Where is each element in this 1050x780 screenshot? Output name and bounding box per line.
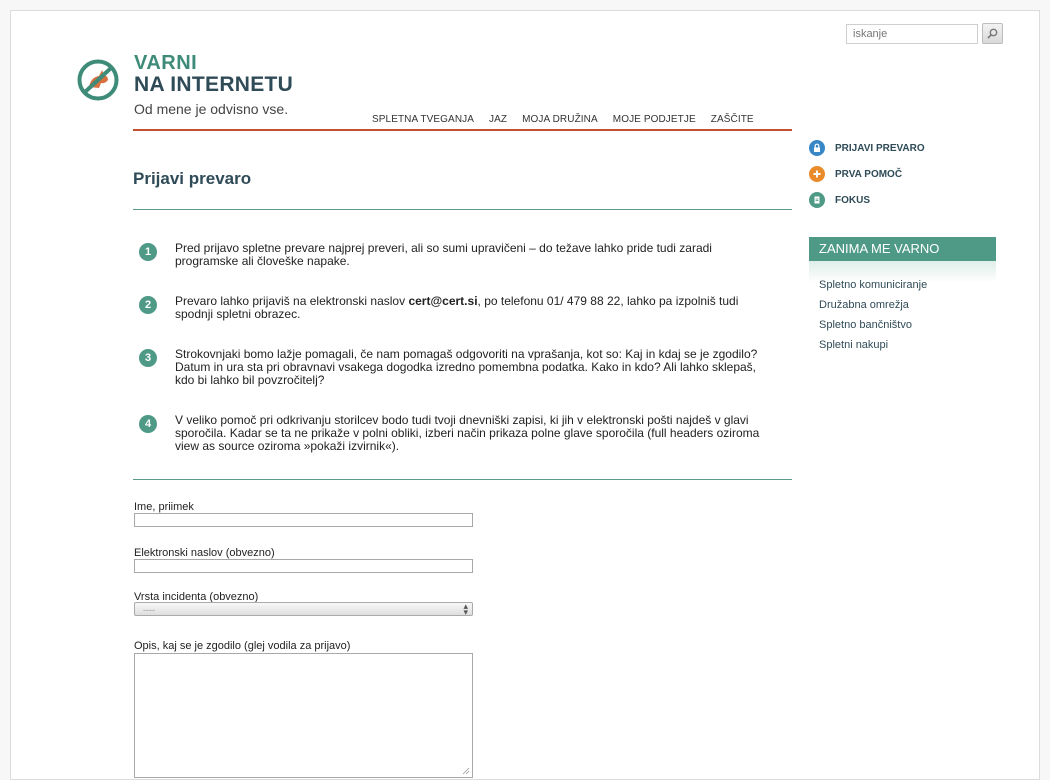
- email-link[interactable]: cert@cert.si: [408, 294, 477, 308]
- search-button[interactable]: [982, 23, 1003, 44]
- sidebar-box: ZANIMA ME VARNO Spletno komuniciranje Dr…: [809, 237, 996, 351]
- email-label: Elektronski naslov (obvezno): [134, 547, 275, 559]
- name-label: Ime, priimek: [134, 501, 194, 513]
- nav-spletna-tveganja[interactable]: SPLETNA TVEGANJA: [372, 114, 474, 125]
- search-bar: [846, 23, 1003, 44]
- quick-link-label: PRIJAVI PREVARO: [835, 142, 925, 154]
- incident-type-select[interactable]: ---- ▴ ▾: [134, 601, 473, 617]
- main-nav: SPLETNA TVEGANJA JAZ MOJA DRUŽINA MOJE P…: [372, 114, 769, 125]
- cat-logo-icon: [77, 59, 119, 101]
- nav-moje-podjetje[interactable]: MOJE PODJETJE: [613, 114, 696, 125]
- page-title: Prijavi prevaro: [133, 169, 252, 188]
- quick-link-label: PRVA POMOČ: [835, 168, 903, 180]
- quick-link-fokus[interactable]: FOKUS: [809, 187, 925, 213]
- quick-link-prijavi-prevaro[interactable]: PRIJAVI PREVARO: [809, 135, 925, 161]
- sidebar-item-spletni-nakupi[interactable]: Spletni nakupi: [819, 335, 927, 355]
- description-textarea[interactable]: [134, 653, 473, 778]
- steps-divider: [133, 479, 792, 480]
- sidebar-item-druzabna-omrezja[interactable]: Družabna omrežja: [819, 295, 927, 315]
- step-number: 1: [139, 243, 157, 261]
- sidebar-item-spletno-komuniciranje[interactable]: Spletno komuniciranje: [819, 275, 927, 295]
- logo-tagline: Od mene je odvisno vse.: [134, 101, 289, 117]
- logo-line-2: NA INTERNETU: [134, 73, 294, 96]
- step-text: V veliko pomoč pri odkrivanju storilcev …: [175, 413, 760, 453]
- step-number: 2: [139, 296, 157, 314]
- sidebar-links: Spletno komuniciranje Družabna omrežja S…: [819, 275, 927, 355]
- lock-icon: [809, 140, 825, 156]
- title-divider: [133, 209, 792, 210]
- step-item: 3 Strokovnjaki bomo lažje pomagali, če n…: [139, 348, 760, 387]
- logo-line-1: VARNI: [134, 52, 198, 74]
- resize-grip-icon[interactable]: [462, 767, 470, 775]
- nav-divider: [133, 129, 792, 131]
- step-item: 2 Prevaro lahko prijaviš na elektronski …: [139, 295, 760, 321]
- step-text: Pred prijavo spletne prevare najprej pre…: [175, 241, 712, 268]
- email-field[interactable]: [134, 559, 473, 573]
- search-input[interactable]: [846, 23, 978, 44]
- nav-moja-druzina[interactable]: MOJA DRUŽINA: [522, 114, 598, 125]
- step-number: 3: [139, 349, 157, 367]
- nav-jaz[interactable]: JAZ: [489, 114, 507, 125]
- incident-type-value: ----: [143, 605, 155, 615]
- quick-links: PRIJAVI PREVARO PRVA POMOČ FOKUS: [809, 135, 925, 213]
- nav-zascite[interactable]: ZAŠČITE: [711, 114, 754, 125]
- sidebar-item-spletno-bancnistvo[interactable]: Spletno bančništvo: [819, 315, 927, 335]
- sidebar-header: ZANIMA ME VARNO: [809, 237, 996, 261]
- description-label: Opis, kaj se je zgodilo (glej vodila za …: [134, 640, 351, 652]
- document-icon: [809, 192, 825, 208]
- select-arrows-icon: ▴ ▾: [463, 601, 468, 617]
- step-number: 4: [139, 415, 157, 433]
- step-item: 1 Pred prijavo spletne prevare najprej p…: [139, 242, 760, 268]
- plus-icon: [809, 166, 825, 182]
- step-text: Prevaro lahko prijaviš na elektronski na…: [175, 295, 760, 321]
- step-item: 4 V veliko pomoč pri odkrivanju storilce…: [139, 414, 760, 453]
- step-text-before: Prevaro lahko prijaviš na elektronski na…: [175, 294, 409, 308]
- step-text: Strokovnjaki bomo lažje pomagali, če nam…: [175, 347, 758, 387]
- search-icon: [987, 28, 998, 39]
- page-container: VARNI NA INTERNETU Od mene je odvisno vs…: [10, 10, 1040, 780]
- quick-link-label: FOKUS: [835, 194, 870, 206]
- name-field[interactable]: [134, 513, 473, 527]
- quick-link-prva-pomoc[interactable]: PRVA POMOČ: [809, 161, 925, 187]
